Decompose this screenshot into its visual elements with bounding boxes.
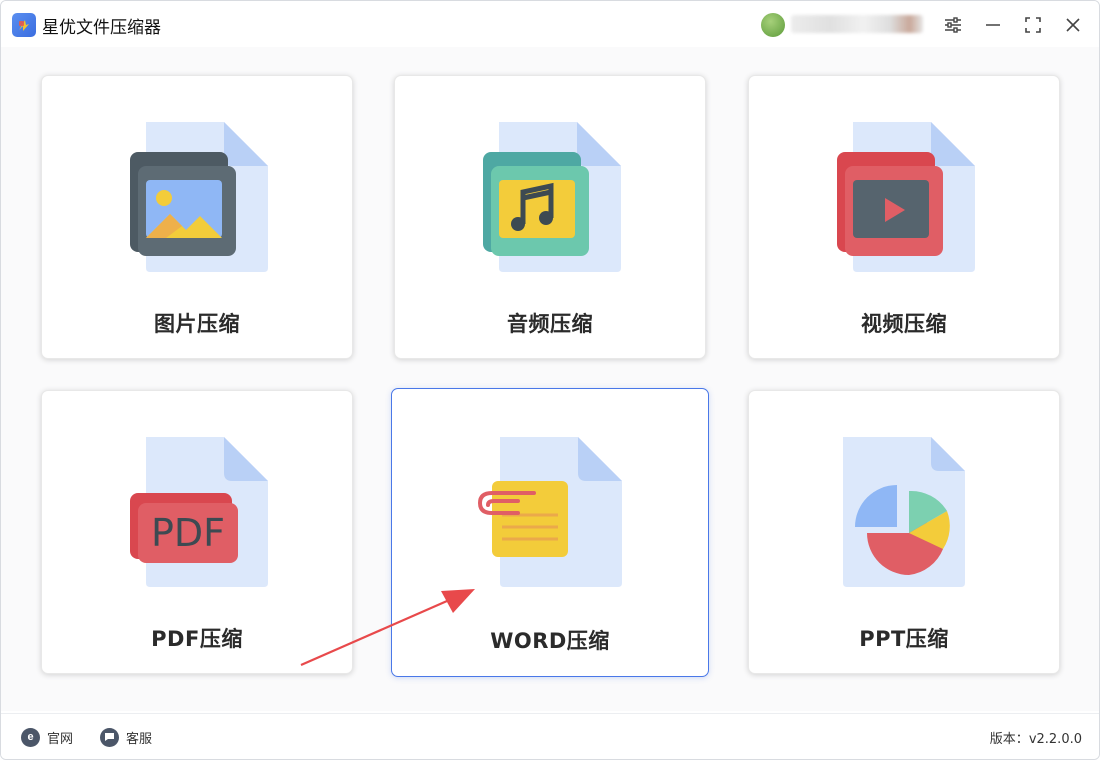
minimize-icon bbox=[986, 24, 1000, 26]
card-label: WORD压缩 bbox=[490, 629, 610, 653]
app-window: 星优文件压缩器 图片压缩 音频压缩 视频压缩 PDF PDF压缩 WORD压缩 … bbox=[0, 0, 1100, 760]
card-label: PPT压缩 bbox=[859, 627, 949, 651]
settings-icon bbox=[945, 17, 961, 33]
card-ppt-compress[interactable]: PPT压缩 bbox=[748, 390, 1060, 674]
username-blurred[interactable] bbox=[791, 15, 923, 33]
card-video-compress[interactable]: 视频压缩 bbox=[748, 75, 1060, 359]
main-content: 图片压缩 音频压缩 视频压缩 PDF PDF压缩 WORD压缩 PPT压缩 bbox=[1, 47, 1099, 711]
image-file-icon bbox=[130, 122, 268, 272]
customer-service-link[interactable]: 客服 bbox=[100, 727, 152, 747]
card-word-compress[interactable]: WORD压缩 bbox=[391, 388, 709, 677]
card-image-compress[interactable]: 图片压缩 bbox=[41, 75, 353, 359]
card-label: 图片压缩 bbox=[154, 312, 240, 336]
browser-e-icon: e bbox=[21, 727, 40, 747]
svg-text:PDF: PDF bbox=[151, 511, 225, 555]
minimize-button[interactable] bbox=[980, 12, 1006, 38]
card-pdf-compress[interactable]: PDF PDF压缩 bbox=[41, 390, 353, 674]
card-label: PDF压缩 bbox=[151, 627, 243, 651]
maximize-button[interactable] bbox=[1020, 12, 1046, 38]
card-label: 音频压缩 bbox=[507, 312, 593, 336]
official-site-label: 官网 bbox=[47, 731, 74, 747]
video-file-icon bbox=[837, 122, 975, 272]
customer-service-label: 客服 bbox=[126, 731, 153, 747]
word-file-icon bbox=[477, 437, 622, 587]
official-site-link[interactable]: e 官网 bbox=[21, 727, 73, 747]
footer-bar: e 官网 客服 版本：v2.2.0.0 bbox=[1, 713, 1099, 759]
app-title: 星优文件压缩器 bbox=[42, 18, 161, 38]
card-audio-compress[interactable]: 音频压缩 bbox=[394, 75, 706, 359]
app-logo-icon bbox=[12, 13, 36, 37]
maximize-icon bbox=[1025, 17, 1041, 33]
chat-bubble-icon bbox=[100, 727, 119, 747]
close-icon bbox=[1066, 18, 1080, 32]
title-bar: 星优文件压缩器 bbox=[1, 1, 1099, 47]
settings-button[interactable] bbox=[940, 12, 966, 38]
close-button[interactable] bbox=[1060, 12, 1086, 38]
user-avatar[interactable] bbox=[761, 13, 785, 37]
pdf-file-icon: PDF bbox=[130, 437, 268, 587]
card-label: 视频压缩 bbox=[861, 312, 947, 336]
version-value: v2.2.0.0 bbox=[1028, 732, 1082, 747]
ppt-file-icon bbox=[843, 437, 965, 587]
audio-file-icon bbox=[483, 122, 621, 272]
version-label: 版本： bbox=[989, 732, 1029, 747]
version-info: 版本：v2.2.0.0 bbox=[990, 728, 1082, 747]
